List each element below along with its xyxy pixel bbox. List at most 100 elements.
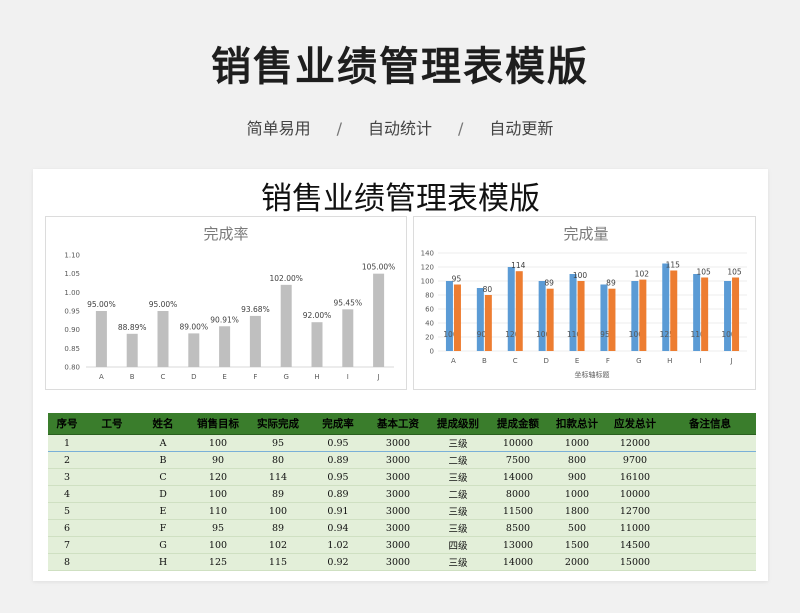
table-cell[interactable] [86, 536, 138, 554]
table-cell[interactable]: 三级 [428, 468, 488, 486]
table-cell[interactable]: 3 [48, 468, 86, 486]
table-cell[interactable]: 3000 [368, 502, 428, 520]
table-cell[interactable]: D [138, 485, 188, 503]
table-cell[interactable] [86, 485, 138, 503]
table-cell[interactable]: 115 [248, 553, 308, 571]
table-cell[interactable] [86, 553, 138, 571]
table-cell[interactable]: 110 [188, 502, 248, 520]
table-cell[interactable]: 100 [248, 502, 308, 520]
table-cell[interactable]: A [138, 434, 188, 452]
column-header[interactable]: 提成金额 [488, 413, 548, 435]
table-cell[interactable]: 4 [48, 485, 86, 503]
column-header[interactable]: 姓名 [138, 413, 188, 435]
table-cell[interactable]: B [138, 451, 188, 469]
table-cell[interactable]: 114 [248, 468, 308, 486]
table-cell[interactable]: 14500 [606, 536, 664, 554]
table-cell[interactable]: 3000 [368, 519, 428, 537]
table-cell[interactable]: 3000 [368, 553, 428, 571]
table-cell[interactable]: 二级 [428, 485, 488, 503]
table-row[interactable]: 8 H 125 115 0.92 3000 三级 14000 2000 15000 [48, 553, 756, 571]
table-cell[interactable]: G [138, 536, 188, 554]
table-cell[interactable]: 10000 [488, 434, 548, 452]
column-header[interactable]: 实际完成 [248, 413, 308, 435]
table-cell[interactable]: 3000 [368, 485, 428, 503]
table-cell[interactable]: 1.02 [308, 536, 368, 554]
table-cell[interactable]: 三级 [428, 553, 488, 571]
table-row[interactable]: 2 B 90 80 0.89 3000 二级 7500 800 9700 [48, 451, 756, 469]
table-cell[interactable] [664, 451, 756, 469]
table-cell[interactable]: 11500 [488, 502, 548, 520]
table-cell[interactable]: 1000 [548, 434, 606, 452]
table-cell[interactable]: 125 [188, 553, 248, 571]
completion-volume-chart[interactable]: 完成量 0 20 40 60 80 100 120 140 100 95 A 90 80 B 120 114 C 1… [413, 216, 756, 390]
table-cell[interactable]: 8000 [488, 485, 548, 503]
table-cell[interactable]: 95 [248, 434, 308, 452]
table-cell[interactable]: 500 [548, 519, 606, 537]
table-cell[interactable]: 0.91 [308, 502, 368, 520]
table-cell[interactable]: 二级 [428, 451, 488, 469]
table-cell[interactable]: 0.92 [308, 553, 368, 571]
table-cell[interactable]: 11000 [606, 519, 664, 537]
table-cell[interactable]: 90 [188, 451, 248, 469]
table-row[interactable]: 6 F 95 89 0.94 3000 三级 8500 500 11000 [48, 519, 756, 537]
table-cell[interactable]: 89 [248, 485, 308, 503]
table-cell[interactable]: 3000 [368, 434, 428, 452]
table-cell[interactable]: 14000 [488, 468, 548, 486]
table-cell[interactable]: 1500 [548, 536, 606, 554]
column-header[interactable]: 序号 [48, 413, 86, 435]
table-cell[interactable] [664, 434, 756, 452]
column-header[interactable]: 销售目标 [188, 413, 248, 435]
table-cell[interactable]: 9700 [606, 451, 664, 469]
table-row[interactable]: 4 D 100 89 0.89 3000 二级 8000 1000 10000 [48, 485, 756, 503]
table-cell[interactable]: 900 [548, 468, 606, 486]
column-header[interactable]: 备注信息 [664, 413, 756, 435]
table-row[interactable]: 1 A 100 95 0.95 3000 三级 10000 1000 12000 [48, 434, 756, 452]
table-cell[interactable] [664, 553, 756, 571]
table-cell[interactable]: 95 [188, 519, 248, 537]
table-cell[interactable]: 0.89 [308, 485, 368, 503]
table-cell[interactable]: 8500 [488, 519, 548, 537]
table-cell[interactable]: 0.95 [308, 468, 368, 486]
table-cell[interactable]: 2000 [548, 553, 606, 571]
column-header[interactable]: 完成率 [308, 413, 368, 435]
table-cell[interactable] [664, 536, 756, 554]
table-cell[interactable]: 13000 [488, 536, 548, 554]
table-cell[interactable]: 3000 [368, 468, 428, 486]
table-cell[interactable]: E [138, 502, 188, 520]
column-header[interactable]: 基本工资 [368, 413, 428, 435]
table-cell[interactable]: 100 [188, 536, 248, 554]
table-row[interactable]: 7 G 100 102 1.02 3000 四级 13000 1500 14500 [48, 536, 756, 554]
table-cell[interactable] [664, 485, 756, 503]
table-cell[interactable] [86, 451, 138, 469]
table-cell[interactable]: 100 [188, 434, 248, 452]
table-cell[interactable]: 2 [48, 451, 86, 469]
table-cell[interactable]: 14000 [488, 553, 548, 571]
table-cell[interactable] [86, 434, 138, 452]
table-cell[interactable]: F [138, 519, 188, 537]
table-cell[interactable]: 100 [188, 485, 248, 503]
column-header[interactable]: 扣款总计 [548, 413, 606, 435]
column-header[interactable]: 应发总计 [606, 413, 664, 435]
table-cell[interactable]: 三级 [428, 502, 488, 520]
table-cell[interactable] [664, 468, 756, 486]
table-cell[interactable] [86, 502, 138, 520]
column-header[interactable]: 提成级别 [428, 413, 488, 435]
table-cell[interactable]: 16100 [606, 468, 664, 486]
table-cell[interactable]: 15000 [606, 553, 664, 571]
table-cell[interactable]: 0.95 [308, 434, 368, 452]
table-cell[interactable]: 三级 [428, 434, 488, 452]
table-cell[interactable]: 3000 [368, 536, 428, 554]
table-cell[interactable]: 12000 [606, 434, 664, 452]
table-cell[interactable]: 四级 [428, 536, 488, 554]
table-cell[interactable]: 102 [248, 536, 308, 554]
table-cell[interactable]: 3000 [368, 451, 428, 469]
table-row[interactable]: 5 E 110 100 0.91 3000 三级 11500 1800 12700 [48, 502, 756, 520]
column-header[interactable]: 工号 [86, 413, 138, 435]
table-cell[interactable]: H [138, 553, 188, 571]
table-cell[interactable] [664, 519, 756, 537]
table-cell[interactable]: 0.89 [308, 451, 368, 469]
table-cell[interactable] [664, 502, 756, 520]
table-cell[interactable]: 6 [48, 519, 86, 537]
table-cell[interactable]: 三级 [428, 519, 488, 537]
table-cell[interactable]: 1800 [548, 502, 606, 520]
